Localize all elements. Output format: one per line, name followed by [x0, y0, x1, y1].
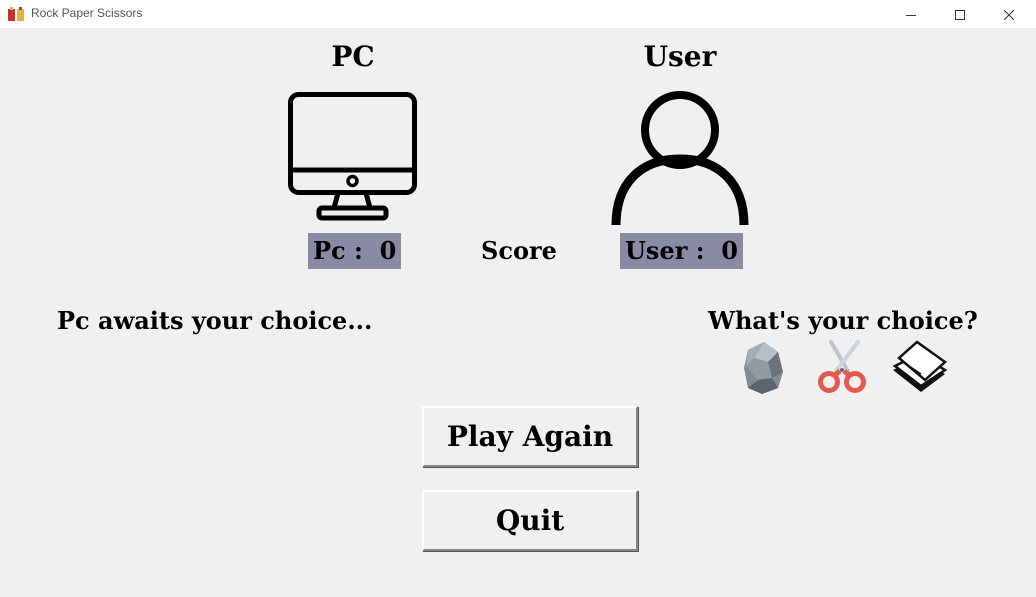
user-score: User : 0	[620, 233, 743, 269]
rock-button[interactable]	[734, 338, 796, 398]
monitor-icon	[288, 92, 418, 226]
minimize-button[interactable]	[888, 0, 934, 28]
close-icon	[1003, 5, 1015, 24]
maximize-icon	[955, 5, 965, 24]
score-label: Score	[481, 236, 557, 265]
app-icon	[7, 6, 25, 22]
paper-button[interactable]	[889, 338, 951, 398]
pc-score: Pc : 0	[308, 233, 402, 269]
paper-icon	[889, 340, 951, 402]
close-button[interactable]	[986, 0, 1032, 28]
scissors-button[interactable]	[811, 338, 873, 398]
user-icon	[611, 90, 749, 230]
scissors-icon	[811, 340, 873, 402]
pc-heading: PC	[331, 40, 375, 73]
play-again-button[interactable]: Play Again	[422, 406, 638, 467]
status-message: Pc awaits your choice...	[57, 306, 373, 335]
minimize-icon	[906, 5, 916, 24]
user-heading: User	[643, 40, 717, 73]
title-bar: Rock Paper Scissors	[0, 0, 1036, 28]
choice-prompt: What's your choice?	[708, 306, 978, 335]
quit-button[interactable]: Quit	[422, 490, 638, 551]
maximize-button[interactable]	[937, 0, 983, 28]
window-title: Rock Paper Scissors	[31, 6, 143, 20]
rock-icon	[734, 342, 796, 402]
